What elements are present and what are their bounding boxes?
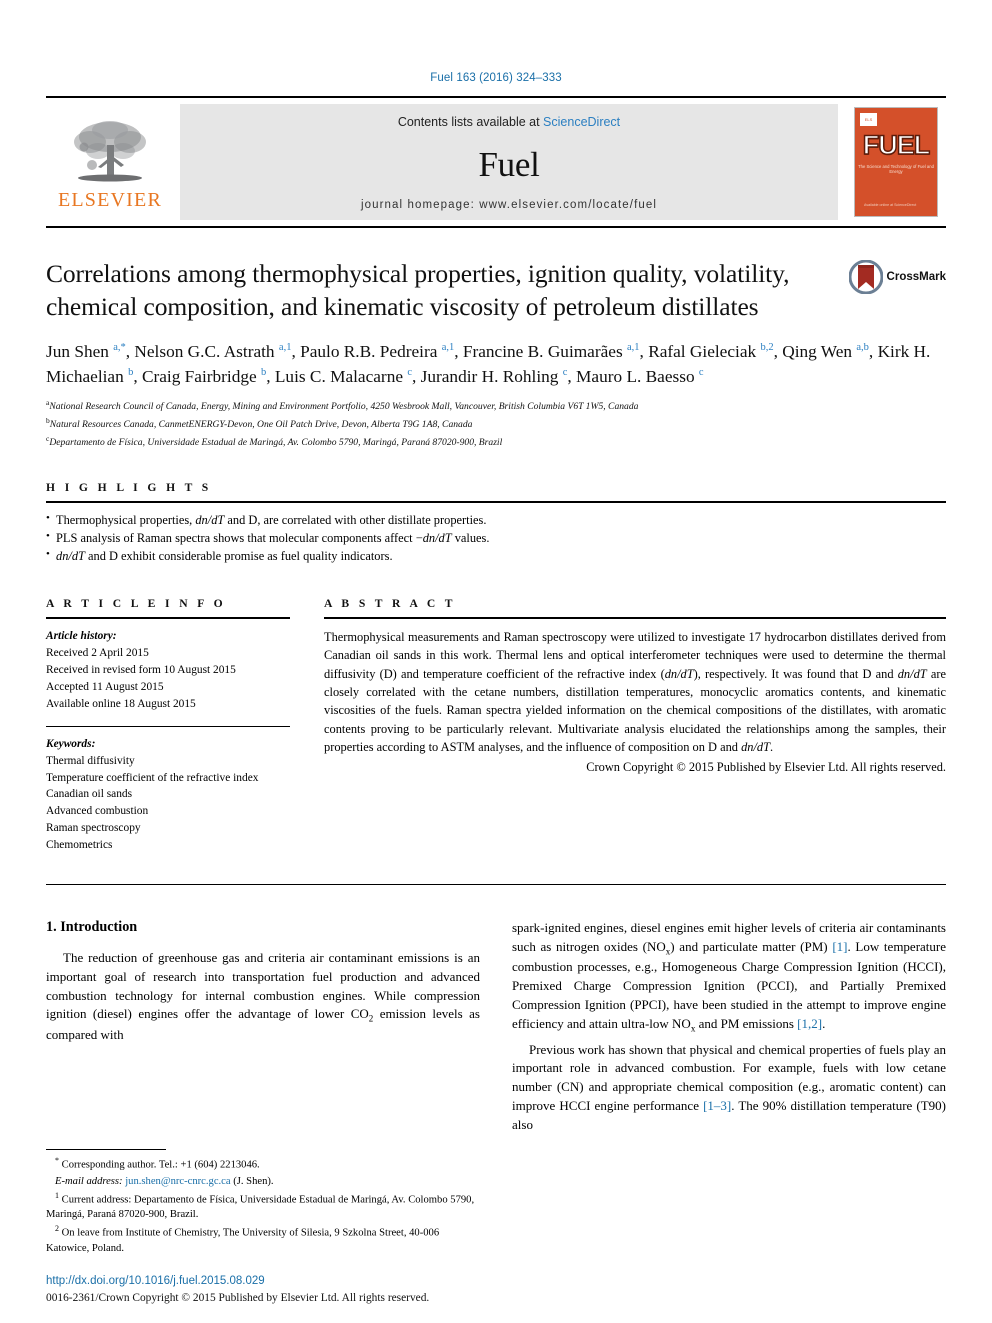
highlights-rule: [46, 500, 946, 503]
affiliation-text: Departamento de Física, Universidade Est…: [49, 437, 503, 449]
keyword-item: Raman spectroscopy: [46, 822, 141, 835]
abstract-heading: A B S T R A C T: [324, 596, 456, 610]
footnotes-block: * Corresponding author. Tel.: +1 (604) 2…: [46, 1149, 476, 1257]
abstract-copyright: Crown Copyright © 2015 Published by Else…: [586, 760, 946, 775]
footnote-on-leave: 2 On leave from Institute of Chemistry, …: [46, 1224, 440, 1254]
journal-masthead: ELSEVIER Contents lists available at Sci…: [46, 96, 946, 228]
keyword-item: Canadian oil sands: [46, 788, 133, 801]
history-item: Available online 18 August 2015: [46, 697, 196, 710]
affiliation-text: National Research Council of Canada, Ene…: [49, 401, 639, 413]
journal-cover-image: ELS FUEL The Science and Technology of F…: [854, 107, 938, 217]
journal-cover-thumbnail: ELS FUEL The Science and Technology of F…: [846, 98, 946, 226]
keyword-item: Advanced combustion: [46, 805, 149, 818]
highlight-item: Thermophysical properties, dn/dT and D, …: [46, 510, 946, 529]
cover-publisher-mark: ELS: [860, 113, 877, 126]
body-column-left: 1. Introduction The reduction of greenho…: [46, 919, 480, 1140]
contents-available-line: Contents lists available at ScienceDirec…: [398, 115, 620, 129]
page-title: Correlations among thermophysical proper…: [46, 259, 790, 321]
doi-link[interactable]: http://dx.doi.org/10.1016/j.fuel.2015.08…: [46, 1275, 265, 1287]
abstract-rule: [324, 616, 946, 619]
article-history-list: Received 2 April 2015 Received in revise…: [46, 645, 290, 713]
body-paragraph: spark-ignited engines, diesel engines em…: [512, 919, 947, 1034]
footnote-email[interactable]: E-mail address: jun.shen@nrc-cnrc.gc.ca …: [46, 1174, 476, 1189]
running-head: Fuel 163 (2016) 324–333: [430, 72, 562, 84]
journal-title: Fuel: [478, 144, 540, 184]
highlights-heading: H I G H L I G H T S: [46, 480, 212, 494]
cover-subtitle: The Science and Technology of Fuel and E…: [858, 164, 934, 174]
affiliation-item: cDepartamento de Física, Universidade Es…: [46, 433, 946, 451]
article-info-rule: [46, 616, 290, 619]
body-columns: 1. Introduction The reduction of greenho…: [46, 919, 946, 1140]
elsevier-wordmark: ELSEVIER: [57, 188, 163, 211]
issn-copyright-line: 0016-2361/Crown Copyright © 2015 Publish…: [46, 1292, 430, 1304]
article-info-section: A R T I C L E I N F O Article history: R…: [46, 597, 290, 854]
footnote-current-address: 1 Current address: Departamento de Físic…: [46, 1190, 475, 1221]
keyword-item: Temperature coefficient of the refractiv…: [46, 771, 259, 784]
body-column-right: spark-ignited engines, diesel engines em…: [512, 919, 946, 1140]
sciencedirect-link[interactable]: ScienceDirect: [543, 115, 620, 129]
abstract-section: A B S T R A C T Thermophysical measureme…: [324, 597, 946, 854]
highlight-item: PLS analysis of Raman spectra shows that…: [46, 528, 946, 547]
history-item: Received in revised form 10 August 2015: [46, 663, 236, 676]
cover-title: FUEL: [862, 129, 931, 161]
footnote-corresponding-author: * Corresponding author. Tel.: +1 (604) 2…: [55, 1156, 260, 1171]
crossmark-icon: [848, 260, 883, 294]
elsevier-tree-icon: [74, 120, 146, 181]
section-divider: [46, 883, 946, 885]
title-block: Correlations among thermophysical proper…: [46, 258, 946, 323]
keywords-list: Thermal diffusivity Temperature coeffici…: [46, 753, 290, 854]
article-page: Fuel 163 (2016) 324–333 ELSEVIER Content…: [0, 0, 992, 1323]
keyword-item: Chemometrics: [46, 839, 113, 852]
highlights-section: H I G H L I G H T S Thermophysical prope…: [46, 481, 946, 565]
contents-prefix: Contents lists available at: [397, 115, 544, 129]
keywords-rule: [46, 725, 290, 727]
keyword-item: Thermal diffusivity: [46, 754, 135, 767]
author-list: Jun Shen a,*, Nelson G.C. Astrath a,1, P…: [46, 342, 931, 386]
affiliation-text: Natural Resources Canada, CanmetENERGY-D…: [49, 419, 473, 431]
affiliation-item: bNatural Resources Canada, CanmetENERGY-…: [46, 415, 946, 433]
crossmark-badge[interactable]: CrossMark: [842, 260, 946, 299]
info-abstract-row: A R T I C L E I N F O Article history: R…: [46, 597, 946, 854]
affiliation-item: aNational Research Council of Canada, En…: [46, 397, 946, 415]
journal-banner: Contents lists available at ScienceDirec…: [180, 104, 838, 220]
body-paragraph: Previous work has shown that physical an…: [512, 1041, 946, 1132]
abstract-text: Thermophysical measurements and Raman sp…: [324, 629, 946, 755]
footnote-rule: [46, 1149, 166, 1151]
article-info-heading: A R T I C L E I N F O: [46, 596, 227, 610]
highlight-item: dn/dT and D exhibit considerable promise…: [46, 546, 946, 565]
journal-homepage-link[interactable]: journal homepage: www.elsevier.com/locat…: [361, 199, 657, 211]
elsevier-logo: ELSEVIER: [46, 98, 174, 226]
history-item: Received 2 April 2015: [46, 647, 149, 660]
affiliation-list: aNational Research Council of Canada, En…: [46, 397, 946, 450]
history-item: Accepted 11 August 2015: [46, 680, 164, 693]
introduction-heading: 1. Introduction: [46, 918, 138, 935]
crossmark-label: CrossMark: [886, 271, 946, 283]
cover-footer-text: Available online at ScienceDirect: [864, 202, 917, 207]
keywords-label: Keywords:: [46, 737, 96, 750]
highlights-list: Thermophysical properties, dn/dT and D, …: [46, 510, 946, 565]
article-history-label: Article history:: [46, 629, 117, 642]
body-paragraph: The reduction of greenhouse gas and crit…: [46, 949, 480, 1043]
